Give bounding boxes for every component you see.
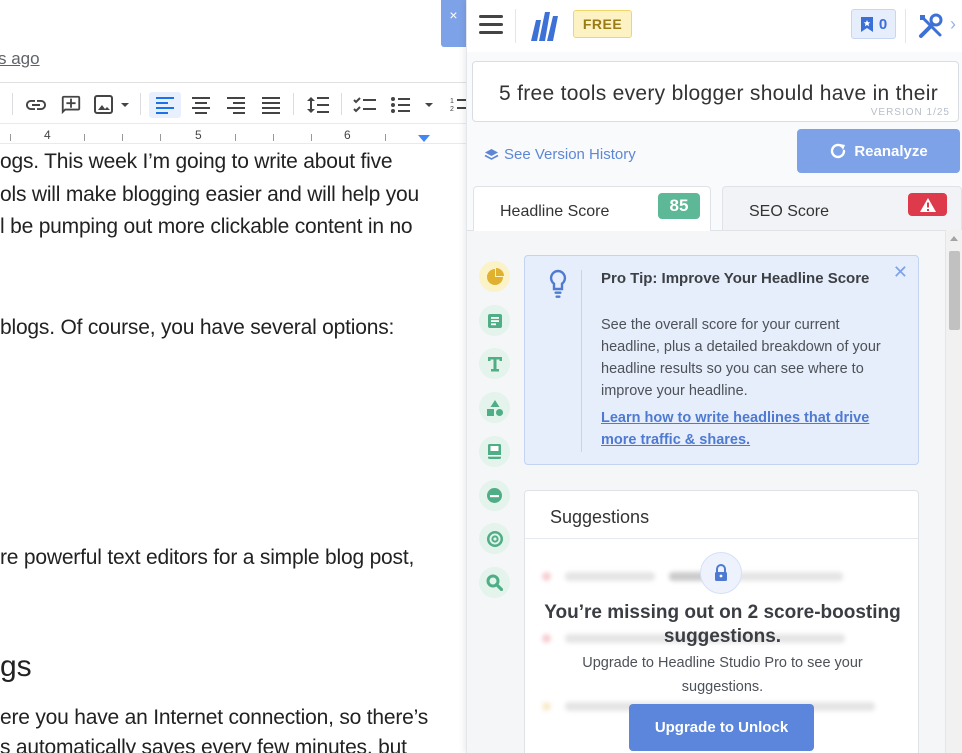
see-history-label: See Version History — [504, 146, 636, 163]
doc-toolbar: 12 — [0, 82, 466, 124]
align-center-icon[interactable] — [186, 92, 216, 118]
link-icon[interactable] — [23, 92, 49, 118]
panel-topbar: FREE 0 › — [467, 0, 962, 52]
close-icon[interactable]: ✕ — [893, 262, 908, 283]
ruler-tick — [122, 134, 123, 141]
doc-text-line: ols will make blogging easier and will h… — [0, 183, 419, 206]
book-icon[interactable] — [479, 436, 510, 467]
scroll-up-arrow-icon[interactable] — [950, 236, 958, 241]
checklist-icon[interactable] — [350, 92, 380, 118]
target-icon[interactable] — [479, 523, 510, 554]
toolbar-divider — [341, 93, 342, 115]
last-edit-link[interactable]: s ago — [0, 49, 40, 69]
ruler-tick — [385, 134, 386, 141]
warning-icon — [908, 193, 947, 216]
upgrade-description: Upgrade to Headline Studio Pro to see yo… — [582, 655, 863, 695]
ruler-tick — [160, 134, 161, 141]
bookmark-count: 0 — [878, 15, 888, 33]
missing-suggestions-title: You’re missing out on 2 score-boosting s… — [544, 602, 901, 647]
layers-icon — [484, 148, 499, 160]
align-right-icon[interactable] — [221, 92, 251, 118]
see-version-history-link[interactable]: See Version History — [484, 146, 636, 163]
version-label: VERSION 1/25 — [870, 107, 950, 118]
ruler-tick — [273, 134, 274, 141]
upgrade-to-unlock-button[interactable]: Upgrade to Unlock — [629, 704, 814, 751]
line-spacing-icon[interactable] — [303, 92, 333, 118]
close-panel-tab[interactable]: × — [441, 0, 466, 47]
tab-seo-score-label: SEO Score — [749, 203, 830, 220]
topbar-divider — [515, 9, 516, 43]
ruler-number: 6 — [344, 128, 351, 142]
pro-tip-title: Pro Tip: Improve Your Headline Score — [601, 270, 870, 287]
tools-icon[interactable] — [918, 13, 944, 44]
headline-studio-panel: FREE 0 › 5 free tools every blogger shou… — [466, 0, 962, 753]
ruler-tick — [10, 134, 11, 141]
suggestions-title: Suggestions — [550, 507, 650, 527]
suggestions-card: Suggestions You’re missing out on 2 scor… — [524, 490, 919, 753]
headline-text[interactable]: 5 free tools every blogger should have i… — [499, 82, 938, 106]
menu-icon[interactable] — [479, 15, 503, 35]
svg-text:1: 1 — [450, 98, 454, 105]
pro-tip-body: See the overall score for your current h… — [601, 317, 881, 399]
pro-tip-card: Pro Tip: Improve Your Headline Score See… — [524, 255, 919, 465]
ruler-tick — [235, 134, 236, 141]
lightbulb-icon — [549, 269, 567, 304]
lock-icon — [700, 552, 742, 594]
reanalyze-label: Reanalyze — [854, 142, 928, 160]
tab-seo-score[interactable]: SEO Score — [722, 186, 962, 230]
doc-text-line: ogs. This week I’m going to write about … — [0, 150, 393, 173]
justify-icon[interactable] — [256, 92, 286, 118]
blurred-suggestion — [542, 571, 843, 581]
svg-text:2: 2 — [450, 106, 454, 113]
doc-text-line: re powerful text editors for a simple bl… — [0, 546, 415, 569]
shapes-icon[interactable] — [479, 392, 510, 423]
numbered-list-icon[interactable]: 12 — [449, 92, 466, 118]
right-indent-marker[interactable] — [418, 135, 430, 142]
topbar-divider — [905, 9, 906, 43]
doc-heading: gs — [0, 650, 32, 683]
text-icon[interactable] — [479, 348, 510, 379]
bulleted-list-icon[interactable] — [388, 92, 436, 118]
suggestions-header: Suggestions — [525, 491, 918, 539]
pro-tip-divider — [581, 270, 582, 452]
doc-text-line: s automatically saves every few minutes,… — [0, 736, 407, 753]
refresh-icon — [831, 143, 846, 159]
headline-score-badge: 85 — [658, 193, 700, 219]
scroll-thumb[interactable] — [949, 251, 960, 330]
doc-text-line: blogs. Of course, you have several optio… — [0, 316, 395, 339]
insert-image-icon[interactable] — [92, 92, 134, 118]
doc-text-line: ere you have an Internet connection, so … — [0, 706, 429, 729]
saved-headlines-button[interactable]: 0 — [851, 9, 896, 39]
search-icon[interactable] — [479, 567, 510, 598]
ruler-tick — [84, 134, 85, 141]
toolbar-divider — [12, 93, 13, 115]
learn-headlines-link[interactable]: Learn how to write headlines that drive … — [601, 407, 901, 451]
chevron-right-icon[interactable]: › — [950, 14, 956, 35]
coschedule-logo-icon — [529, 8, 561, 47]
doc-text-line: l be pumping out more clickable content … — [0, 215, 413, 238]
pie-chart-icon[interactable] — [479, 261, 510, 292]
emotion-icon[interactable] — [479, 480, 510, 511]
tab-headline-score[interactable]: Headline Score 85 — [473, 186, 711, 231]
align-left-icon[interactable] — [149, 92, 181, 118]
toolbar-divider — [293, 93, 294, 115]
lines-icon[interactable] — [479, 305, 510, 336]
bookmark-icon — [860, 16, 873, 32]
toolbar-divider — [140, 93, 141, 115]
free-plan-badge: FREE — [573, 10, 632, 38]
ruler-number: 4 — [44, 128, 51, 142]
add-comment-icon[interactable] — [58, 92, 84, 118]
ruler-tick — [311, 134, 312, 141]
reanalyze-button[interactable]: Reanalyze — [797, 129, 960, 173]
google-doc: s ago 1 2 4 5 6 ogs. This week I’m going… — [0, 0, 466, 753]
doc-ruler: 4 5 6 — [0, 124, 466, 144]
tab-headline-score-label: Headline Score — [500, 203, 610, 220]
scrollbar[interactable] — [945, 230, 962, 753]
headline-input[interactable]: 5 free tools every blogger should have i… — [472, 61, 959, 122]
ruler-number: 5 — [195, 128, 202, 142]
